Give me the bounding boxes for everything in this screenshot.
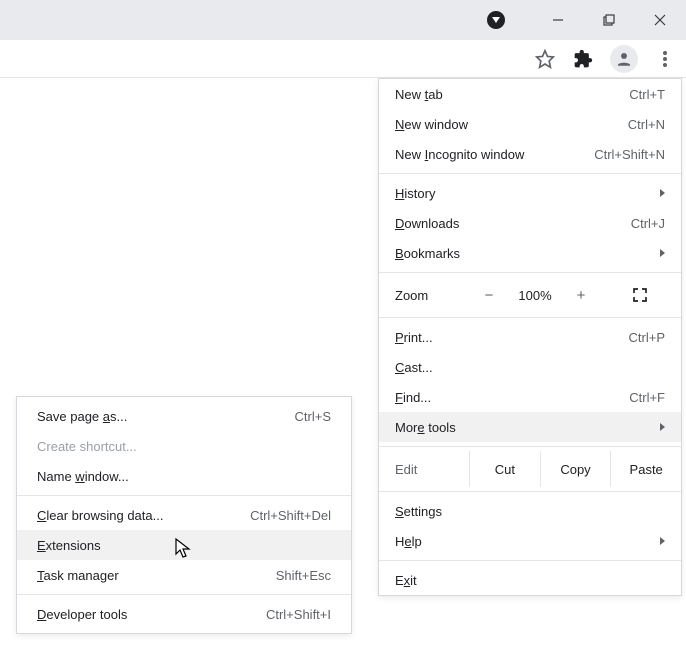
minimize-button[interactable]: [535, 4, 580, 36]
fullscreen-button[interactable]: [599, 287, 681, 303]
cut-button[interactable]: Cut: [469, 451, 540, 487]
menu-print[interactable]: Print... Ctrl+P: [379, 322, 681, 352]
menu-history[interactable]: History: [379, 178, 681, 208]
menu-separator: [379, 560, 681, 561]
profile-avatar-icon[interactable]: [610, 45, 638, 73]
dropdown-circle-icon[interactable]: [487, 11, 505, 29]
menu-edit-row: Edit Cut Copy Paste: [379, 451, 681, 487]
menu-new-incognito[interactable]: New Incognito window Ctrl+Shift+N: [379, 139, 681, 169]
menu-find[interactable]: Find... Ctrl+F: [379, 382, 681, 412]
menu-cast[interactable]: Cast...: [379, 352, 681, 382]
submenu-task-manager[interactable]: Task manager Shift+Esc: [17, 560, 351, 590]
menu-separator: [379, 446, 681, 447]
main-menu: New tab Ctrl+T New window Ctrl+N New Inc…: [378, 78, 682, 596]
kebab-menu-icon[interactable]: [654, 48, 676, 70]
submenu-arrow-icon: [660, 249, 665, 257]
menu-zoom: Zoom − 100% +: [379, 277, 681, 313]
browser-toolbar: [0, 40, 686, 78]
menu-help[interactable]: Help: [379, 526, 681, 556]
submenu-name-window[interactable]: Name window...: [17, 461, 351, 491]
menu-exit[interactable]: Exit: [379, 565, 681, 595]
submenu-arrow-icon: [660, 423, 665, 431]
menu-settings[interactable]: Settings: [379, 496, 681, 526]
window-controls: [487, 4, 686, 36]
submenu-arrow-icon: [660, 537, 665, 545]
menu-separator: [17, 495, 351, 496]
submenu-extensions[interactable]: Extensions: [17, 530, 351, 560]
close-button[interactable]: [637, 4, 682, 36]
copy-button[interactable]: Copy: [540, 451, 611, 487]
submenu-save-page[interactable]: Save page as... Ctrl+S: [17, 401, 351, 431]
zoom-in-button[interactable]: +: [563, 287, 599, 304]
menu-downloads[interactable]: Downloads Ctrl+J: [379, 208, 681, 238]
menu-new-tab[interactable]: New tab Ctrl+T: [379, 79, 681, 109]
menu-bookmarks[interactable]: Bookmarks: [379, 238, 681, 268]
paste-button[interactable]: Paste: [610, 451, 681, 487]
menu-separator: [379, 317, 681, 318]
maximize-button[interactable]: [586, 4, 631, 36]
menu-more-tools[interactable]: More tools: [379, 412, 681, 442]
extensions-icon[interactable]: [572, 48, 594, 70]
zoom-out-button[interactable]: −: [471, 287, 507, 304]
submenu-developer-tools[interactable]: Developer tools Ctrl+Shift+I: [17, 599, 351, 629]
submenu-create-shortcut[interactable]: Create shortcut...: [17, 431, 351, 461]
submenu-arrow-icon: [660, 189, 665, 197]
menu-new-window[interactable]: New window Ctrl+N: [379, 109, 681, 139]
menu-separator: [379, 173, 681, 174]
more-tools-submenu: Save page as... Ctrl+S Create shortcut..…: [16, 396, 352, 634]
submenu-clear-browsing-data[interactable]: Clear browsing data... Ctrl+Shift+Del: [17, 500, 351, 530]
menu-separator: [17, 594, 351, 595]
edit-label: Edit: [379, 462, 469, 477]
zoom-value: 100%: [507, 288, 563, 303]
zoom-label: Zoom: [379, 288, 471, 303]
bookmark-star-icon[interactable]: [534, 48, 556, 70]
window-titlebar: [0, 0, 686, 40]
menu-separator: [379, 491, 681, 492]
menu-separator: [379, 272, 681, 273]
